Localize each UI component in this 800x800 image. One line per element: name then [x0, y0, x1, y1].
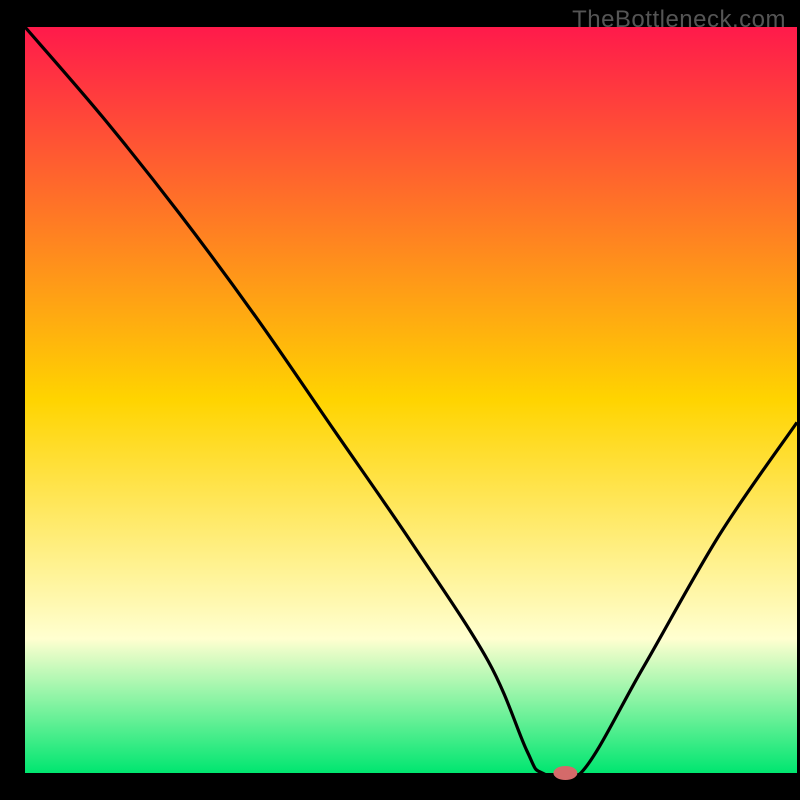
bottleneck-chart [0, 0, 800, 800]
watermark-text: TheBottleneck.com [572, 6, 786, 34]
chart-frame: TheBottleneck.com [0, 0, 800, 800]
optimal-point-marker [553, 766, 577, 780]
plot-background [25, 27, 797, 773]
